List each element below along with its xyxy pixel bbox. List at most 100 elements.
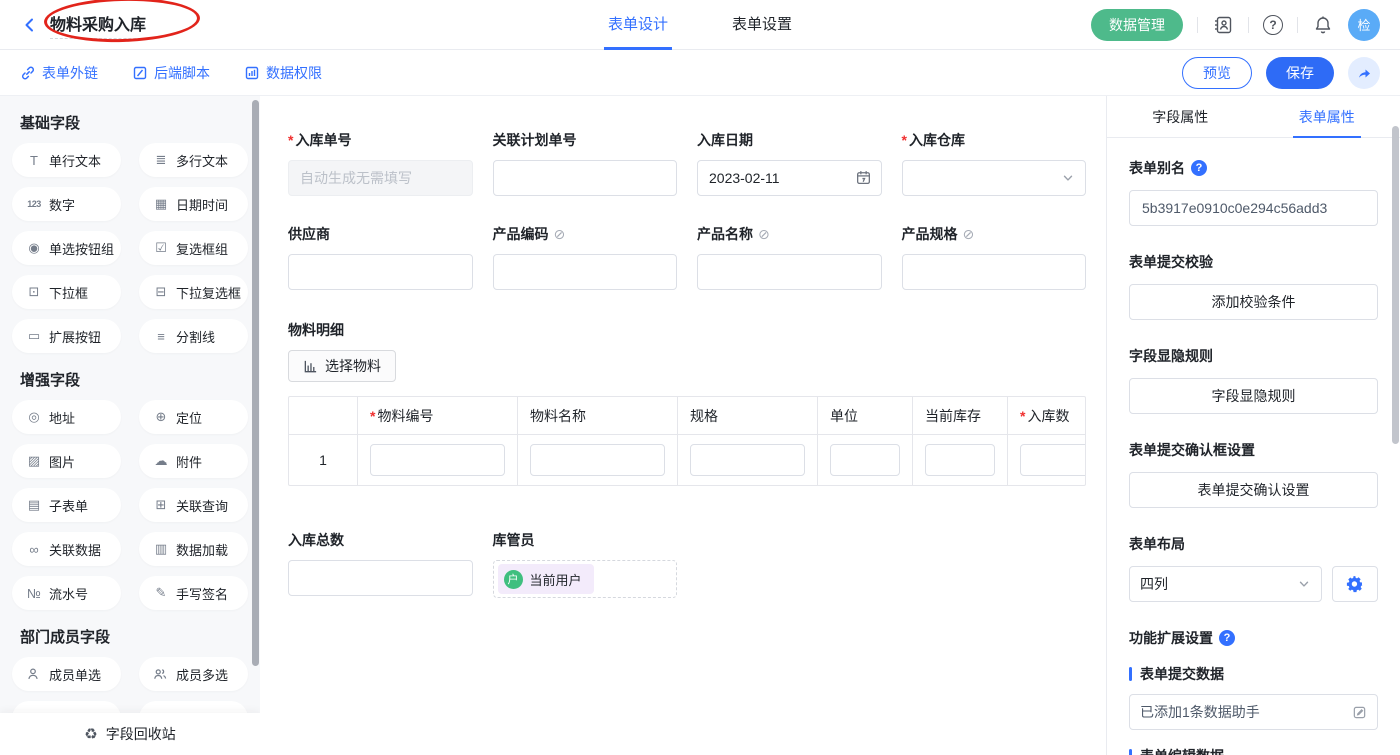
field-recycle-bin[interactable]: ♻ 字段回收站	[0, 713, 260, 755]
bar-chart-icon: ▥	[153, 541, 169, 557]
keeper-member-box[interactable]: 户 当前用户	[493, 560, 678, 598]
back-button[interactable]	[20, 15, 40, 35]
layout-settings-button[interactable]	[1332, 566, 1378, 602]
material-name-cell-input[interactable]	[530, 444, 665, 476]
sidebar-item-dropdown[interactable]: ⊡下拉框	[12, 275, 121, 309]
sidebar-item-single-text[interactable]: T单行文本	[12, 143, 121, 177]
field-row-3: 入库总数 库管员 户 当前用户	[288, 530, 1086, 598]
inbound-no-input[interactable]	[288, 160, 473, 196]
select-material-button[interactable]: 选择物料	[288, 350, 396, 382]
subform-row-1: 1	[289, 434, 1086, 485]
add-validate-condition-button[interactable]: 添加校验条件	[1129, 284, 1378, 320]
chevron-left-icon	[21, 16, 39, 34]
external-link-action[interactable]: 表单外链	[20, 63, 98, 83]
field-warehouse-keeper[interactable]: 库管员 户 当前用户	[493, 530, 678, 598]
submit-data-subhead: 表单提交数据	[1129, 664, 1378, 684]
sidebar-item-data-load[interactable]: ▥数据加载	[139, 532, 248, 566]
crosshair-icon: ⊕	[153, 409, 169, 425]
col-spec: 规格	[677, 397, 817, 434]
tab-form-settings[interactable]: 表单设置	[728, 0, 796, 50]
field-plan-no[interactable]: 关联计划单号	[493, 130, 678, 196]
field-warehouse[interactable]: *入库仓库	[902, 130, 1087, 196]
product-code-input[interactable]	[493, 254, 678, 290]
sidebar-item-multi-text[interactable]: ≣多行文本	[139, 143, 248, 177]
sidebar-item-member-single[interactable]: 成员单选	[12, 657, 121, 691]
sidebar-item-signature[interactable]: ✎手写签名	[139, 576, 248, 610]
chevron-down-icon	[1061, 171, 1075, 185]
field-total-qty[interactable]: 入库总数	[288, 530, 473, 598]
unit-cell-input[interactable]	[830, 444, 900, 476]
sidebar-scrollbar[interactable]	[252, 100, 259, 666]
help-badge-icon[interactable]: ?	[1219, 630, 1235, 646]
field-visibility-rule-button[interactable]: 字段显隐规则	[1129, 378, 1378, 414]
field-product-spec[interactable]: 产品规格⊘	[902, 224, 1087, 290]
panel-scrollbar[interactable]	[1392, 126, 1399, 444]
toolbar-right: 预览 保存	[1182, 57, 1380, 89]
data-permission-action[interactable]: 数据权限	[244, 63, 322, 83]
sidebar-item-attachment[interactable]: ☁附件	[139, 444, 248, 478]
notification-bell-icon[interactable]	[1312, 14, 1334, 36]
sidebar-item-checkbox-group[interactable]: ☑复选框组	[139, 231, 248, 265]
gear-icon	[1346, 575, 1364, 593]
material-detail-subform[interactable]: 物料明细 选择物料 *物料编号 物料名称 规格 单位 当前库存 *入库数	[288, 320, 1086, 486]
field-supplier[interactable]: 供应商	[288, 224, 473, 290]
sidebar-item-image[interactable]: ▨图片	[12, 444, 121, 478]
material-code-cell-input[interactable]	[370, 444, 505, 476]
header-left: 物料采购入库	[20, 11, 146, 39]
multi-dropdown-icon: ⊟	[153, 284, 169, 300]
share-arrow-icon	[1356, 65, 1372, 81]
sidebar-item-number[interactable]: 123数字	[12, 187, 121, 221]
inbound-qty-cell-input[interactable]	[1020, 444, 1086, 476]
product-spec-input[interactable]	[902, 254, 1087, 290]
supplier-input[interactable]	[288, 254, 473, 290]
sidebar-item-locate[interactable]: ⊕定位	[139, 400, 248, 434]
sidebar-item-divider[interactable]: ≡分割线	[139, 319, 248, 353]
warehouse-select[interactable]	[902, 160, 1087, 196]
sidebar-item-radio-group[interactable]: ◉单选按钮组	[12, 231, 121, 265]
sidebar-item-member-multi[interactable]: 成员多选	[139, 657, 248, 691]
sidebar-item-extend-button[interactable]: ▭扩展按钮	[12, 319, 121, 353]
field-inbound-no[interactable]: *入库单号	[288, 130, 473, 196]
data-helper-box[interactable]: 已添加1条数据助手	[1129, 694, 1378, 730]
sidebar-item-linked-query[interactable]: ⊞关联查询	[139, 488, 248, 522]
field-product-name[interactable]: 产品名称⊘	[697, 224, 882, 290]
user-avatar[interactable]: 检	[1348, 9, 1380, 41]
field-row-2: 供应商 产品编码⊘ 产品名称⊘ 产品规格⊘	[288, 224, 1086, 290]
body: 基础字段 T单行文本 ≣多行文本 123数字 ▦日期时间 ◉单选按钮组 ☑复选框…	[0, 96, 1400, 755]
spec-cell-input[interactable]	[690, 444, 805, 476]
field-product-code[interactable]: 产品编码⊘	[493, 224, 678, 290]
product-name-input[interactable]	[697, 254, 882, 290]
data-manage-button[interactable]: 数据管理	[1091, 9, 1183, 41]
contact-book-icon[interactable]	[1212, 14, 1234, 36]
tab-field-properties[interactable]: 字段属性	[1107, 96, 1254, 137]
current-stock-cell-input[interactable]	[925, 444, 995, 476]
layout-select[interactable]: 四列	[1129, 566, 1322, 602]
save-button[interactable]: 保存	[1266, 57, 1334, 89]
script-icon	[132, 65, 148, 81]
current-user-tag[interactable]: 户 当前用户	[498, 564, 594, 594]
tab-form-design[interactable]: 表单设计	[604, 0, 672, 50]
submit-confirm-setting-button[interactable]: 表单提交确认设置	[1129, 472, 1378, 508]
form-canvas[interactable]: *入库单号 关联计划单号 入库日期	[260, 96, 1106, 755]
total-qty-input[interactable]	[288, 560, 473, 596]
sidebar-item-multi-dropdown[interactable]: ⊟下拉复选框	[139, 275, 248, 309]
form-title[interactable]: 物料采购入库	[50, 11, 146, 39]
serial-icon: №	[26, 586, 42, 601]
sidebar-item-address[interactable]: ◎地址	[12, 400, 121, 434]
share-button[interactable]	[1348, 57, 1380, 89]
sidebar-item-subform[interactable]: ▤子表单	[12, 488, 121, 522]
form-alias-input[interactable]	[1129, 190, 1378, 226]
field-inbound-date[interactable]: 入库日期	[697, 130, 882, 196]
sidebar-item-serial-number[interactable]: №流水号	[12, 576, 121, 610]
backend-script-action[interactable]: 后端脚本	[132, 63, 210, 83]
tab-form-properties[interactable]: 表单属性	[1254, 96, 1400, 137]
help-icon[interactable]: ?	[1263, 15, 1283, 35]
form-layout-label: 表单布局	[1129, 534, 1378, 554]
plan-no-input[interactable]	[493, 160, 678, 196]
accent-bar	[1129, 667, 1132, 681]
sidebar-item-datetime[interactable]: ▦日期时间	[139, 187, 248, 221]
sidebar-item-linked-data[interactable]: ∞关联数据	[12, 532, 121, 566]
required-mark: *	[288, 132, 293, 148]
preview-button[interactable]: 预览	[1182, 57, 1252, 89]
help-badge-icon[interactable]: ?	[1191, 160, 1207, 176]
